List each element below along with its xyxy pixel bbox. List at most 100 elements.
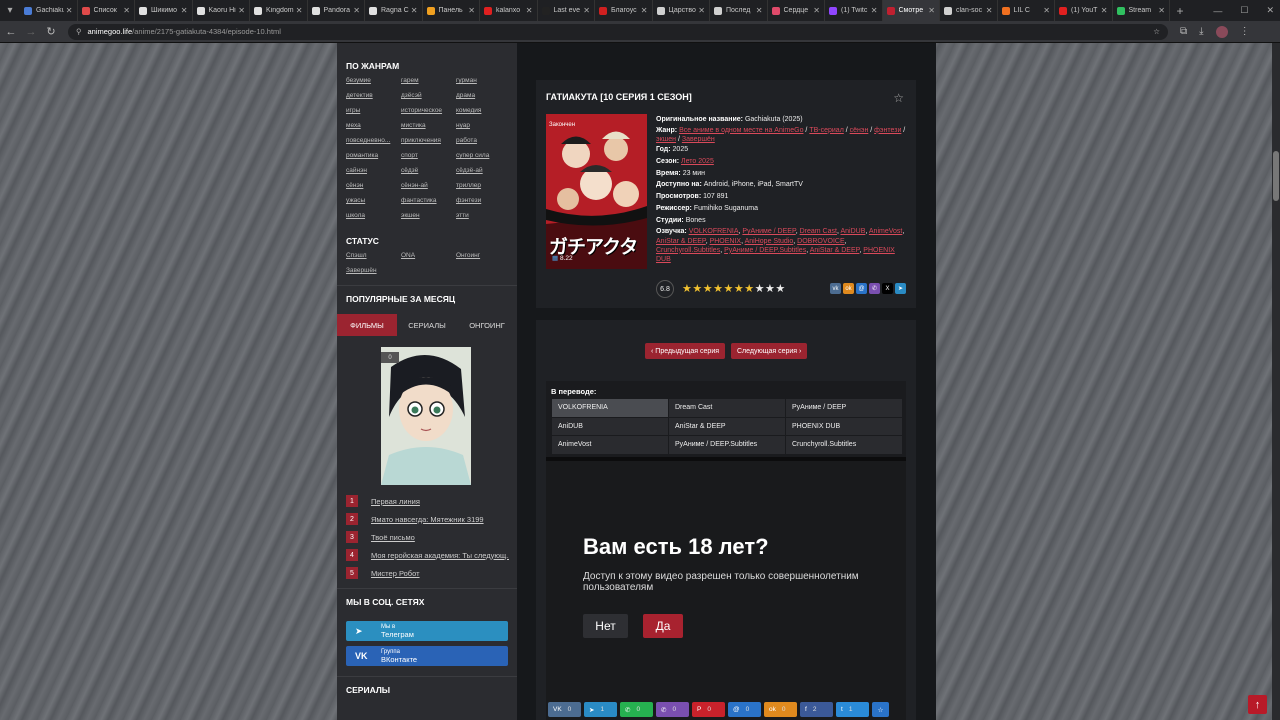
- tab-close-icon[interactable]: ✕: [1043, 6, 1050, 15]
- viber-share-button[interactable]: ✆ 0: [656, 702, 689, 717]
- age-yes-button[interactable]: Да: [643, 614, 683, 638]
- tab-close-icon[interactable]: ✕: [296, 6, 303, 15]
- tab-close-icon[interactable]: ✕: [1101, 6, 1108, 15]
- genre-tag-link[interactable]: Завершён: [682, 136, 715, 143]
- genre-link[interactable]: этти: [456, 212, 511, 222]
- genre-link[interactable]: гурман: [456, 77, 511, 87]
- browser-tab[interactable]: Gachiaku ✕: [20, 0, 78, 21]
- browser-tab[interactable]: (1) Twitc ✕: [825, 0, 883, 21]
- genre-link[interactable]: приключения: [401, 137, 456, 147]
- moimir-share-button[interactable]: @0: [728, 702, 761, 717]
- tab-close-icon[interactable]: ✕: [468, 6, 475, 15]
- translation-option[interactable]: AnimeVost: [552, 436, 668, 454]
- rating-star-icon[interactable]: ★: [734, 283, 744, 295]
- dub-link[interactable]: PHOENIX: [710, 238, 742, 245]
- translation-option[interactable]: VOLKOFRENIA: [552, 399, 668, 417]
- dub-link[interactable]: VOLKOFRENIA: [689, 228, 739, 235]
- dub-link[interactable]: AniDUB: [840, 228, 865, 235]
- dub-link[interactable]: Dream Cast: [800, 228, 837, 235]
- genre-link[interactable]: меха: [346, 122, 401, 132]
- video-player[interactable]: Вам есть 18 лет? Доступ к этому видео ра…: [546, 457, 906, 720]
- genre-link[interactable]: романтика: [346, 152, 401, 162]
- tab-close-icon[interactable]: ✕: [353, 6, 360, 15]
- ok-share-button[interactable]: ok 0: [764, 702, 797, 717]
- top-list-title[interactable]: Твоё письмо: [371, 533, 509, 542]
- tab-close-icon[interactable]: ✕: [986, 6, 993, 15]
- genre-link[interactable]: экшен: [401, 212, 456, 222]
- top-list-item[interactable]: 1 Первая линия: [346, 492, 511, 510]
- vk-icon[interactable]: vk: [830, 283, 841, 294]
- tab-close-icon[interactable]: ✕: [698, 6, 705, 15]
- browser-tab[interactable]: Смотре ✕: [882, 0, 940, 21]
- status-link[interactable]: Завершён: [346, 267, 401, 277]
- url-input[interactable]: ⚲ animegoo.life/anime/2175-gatiakuta-438…: [68, 23, 1168, 40]
- tab-close-icon[interactable]: ✕: [641, 6, 648, 15]
- rating-star-icon[interactable]: ★: [724, 283, 734, 295]
- reload-icon[interactable]: ↻: [42, 25, 60, 38]
- genre-link[interactable]: сёдзё: [401, 167, 456, 177]
- browser-tab[interactable]: Kaoru Hi ✕: [193, 0, 250, 21]
- rating-star-icon[interactable]: ★: [765, 283, 775, 295]
- tab-close-icon[interactable]: ✕: [756, 6, 763, 15]
- translation-option[interactable]: PHOENIX DUB: [786, 417, 902, 435]
- tab-close-icon[interactable]: ✕: [123, 6, 130, 15]
- age-no-button[interactable]: Нет: [583, 614, 628, 638]
- genre-tag-link[interactable]: фэнтези: [874, 127, 901, 134]
- facebook-share-button[interactable]: f2: [800, 702, 833, 717]
- popular-tab[interactable]: ОНГОИНГ: [457, 314, 517, 336]
- translation-option[interactable]: Dream Cast: [669, 399, 785, 417]
- browser-tab[interactable]: Шикимо ✕: [135, 0, 193, 21]
- menu-icon[interactable]: ⋮: [1240, 26, 1250, 37]
- translation-option[interactable]: PyАниме / DEEP.Subtitles: [669, 436, 785, 454]
- genre-link[interactable]: нуар: [456, 122, 511, 132]
- tab-close-icon[interactable]: ✕: [526, 6, 533, 15]
- favorite-share-button[interactable]: ☆: [872, 702, 889, 717]
- status-link[interactable]: Онгоинг: [456, 252, 511, 262]
- browser-tab[interactable]: Last eve ✕: [538, 0, 595, 21]
- whatsapp-share-button[interactable]: ✆ 0: [620, 702, 653, 717]
- downloads-icon[interactable]: ⤓: [1199, 26, 1203, 37]
- browser-tab[interactable]: Ragna C ✕: [365, 0, 423, 21]
- tab-close-icon[interactable]: ✕: [181, 6, 188, 15]
- dub-link[interactable]: PyАниме / DEEP: [742, 228, 795, 235]
- page-scrollbar[interactable]: [1272, 43, 1280, 720]
- genre-tag-link[interactable]: ТВ-сериал: [809, 127, 843, 134]
- top-list-title[interactable]: Первая линия: [371, 497, 509, 506]
- translation-option[interactable]: Crunchyroll.Subtitles: [786, 436, 902, 454]
- status-link[interactable]: ONA: [401, 252, 456, 262]
- prev-episode-button[interactable]: ‹ Предыдущая серия: [645, 343, 726, 359]
- browser-tab[interactable]: Pandora ✕: [308, 0, 365, 21]
- popular-poster[interactable]: 0: [381, 347, 471, 485]
- browser-tab[interactable]: Stream ✕: [1113, 0, 1170, 21]
- top-list-item[interactable]: 5 Мистер Робот: [346, 564, 511, 582]
- vk-share-button[interactable]: VK 0: [548, 702, 581, 717]
- x-icon[interactable]: X: [882, 283, 893, 294]
- dub-link[interactable]: AniHope Studio: [745, 238, 794, 245]
- rating-star-icon[interactable]: ★: [744, 283, 754, 295]
- maximize-icon[interactable]: ☐: [1240, 5, 1248, 16]
- genre-link[interactable]: триллер: [456, 182, 511, 192]
- genre-link[interactable]: повседневно...: [346, 137, 401, 147]
- tab-close-icon[interactable]: ✕: [583, 6, 590, 15]
- moimir-icon[interactable]: @: [856, 283, 867, 294]
- browser-tab[interactable]: (1) YouT ✕: [1055, 0, 1113, 21]
- dub-link[interactable]: AniStar & DEEP: [656, 238, 706, 245]
- browser-tab[interactable]: Царство ✕: [653, 0, 710, 21]
- genre-link[interactable]: гарем: [401, 77, 456, 87]
- genre-link[interactable]: дзёсэй: [401, 92, 456, 102]
- browser-tab[interactable]: Сердце ✕: [768, 0, 825, 21]
- genre-link[interactable]: спорт: [401, 152, 456, 162]
- viber-icon[interactable]: ✆: [869, 283, 880, 294]
- tab-close-icon[interactable]: ✕: [238, 6, 245, 15]
- close-window-icon[interactable]: ✕: [1266, 5, 1274, 16]
- browser-tab[interactable]: Благоус ✕: [595, 0, 653, 21]
- genre-link[interactable]: мистика: [401, 122, 456, 132]
- minimize-icon[interactable]: —: [1213, 6, 1222, 16]
- dub-link[interactable]: PyАниме / DEEP.Subtitles: [724, 247, 806, 254]
- next-episode-button[interactable]: Следующая серия ›: [731, 343, 808, 359]
- genre-link[interactable]: детектив: [346, 92, 401, 102]
- top-list-item[interactable]: 3 Твоё письмо: [346, 528, 511, 546]
- tab-search-icon[interactable]: ▾: [0, 0, 20, 21]
- tab-close-icon[interactable]: ✕: [871, 6, 878, 15]
- scrollbar-thumb[interactable]: [1273, 151, 1279, 201]
